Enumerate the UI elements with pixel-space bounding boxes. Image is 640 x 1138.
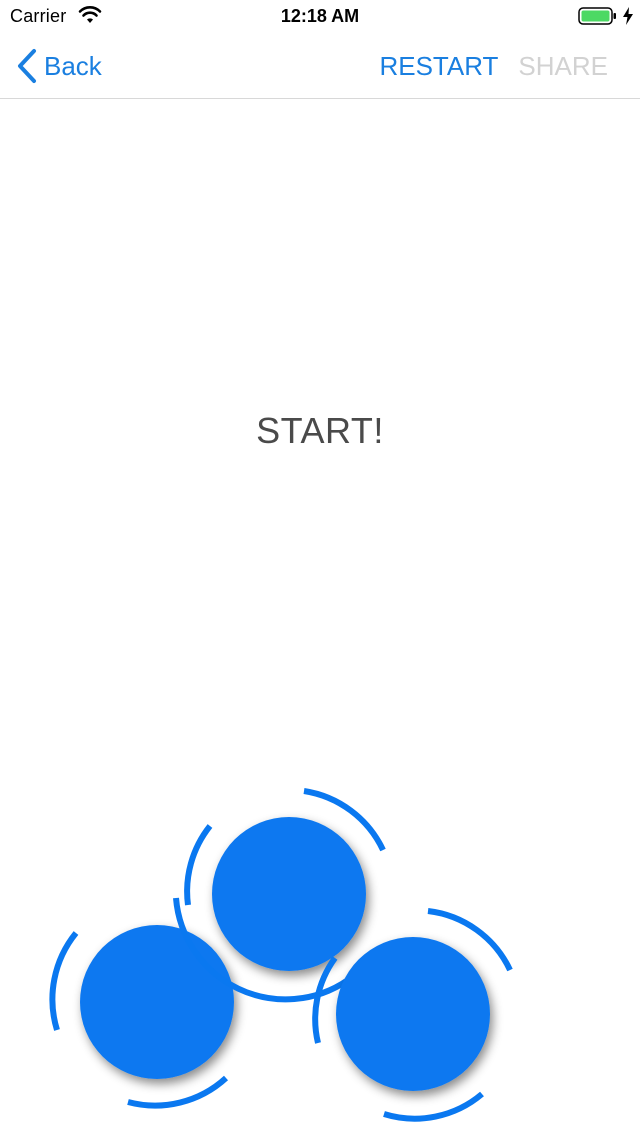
game-screen: Carrier 12:18 AM Back RESTART SHARE STAR…: [0, 0, 640, 1138]
navigation-bar: Back RESTART SHARE: [0, 34, 640, 99]
battery-icon: [578, 7, 616, 25]
start-label: START!: [256, 410, 384, 451]
touch-ring-arc: [312, 956, 338, 1044]
touch-area[interactable]: [0, 700, 640, 1138]
restart-button[interactable]: RESTART: [379, 51, 498, 82]
touch-circle: [80, 925, 234, 1079]
touch-ring-arc: [127, 1075, 229, 1109]
nav-actions: RESTART SHARE: [379, 50, 608, 82]
touch-ring-arc: [383, 1091, 484, 1122]
chevron-left-icon: [18, 49, 36, 83]
touch-ring-arc: [49, 931, 79, 1031]
status-time: 12:18 AM: [280, 6, 360, 26]
status-bar: Carrier 12:18 AM: [0, 0, 640, 34]
touch-ring-arc: [184, 824, 213, 906]
touch-circle: [212, 817, 366, 971]
back-button[interactable]: Back: [16, 48, 102, 84]
back-button-label: Back: [44, 50, 102, 81]
charging-bolt-icon: [623, 7, 633, 25]
touch-point-1[interactable]: [49, 925, 234, 1109]
share-button[interactable]: SHARE: [518, 51, 608, 82]
touch-circle: [336, 937, 490, 1091]
